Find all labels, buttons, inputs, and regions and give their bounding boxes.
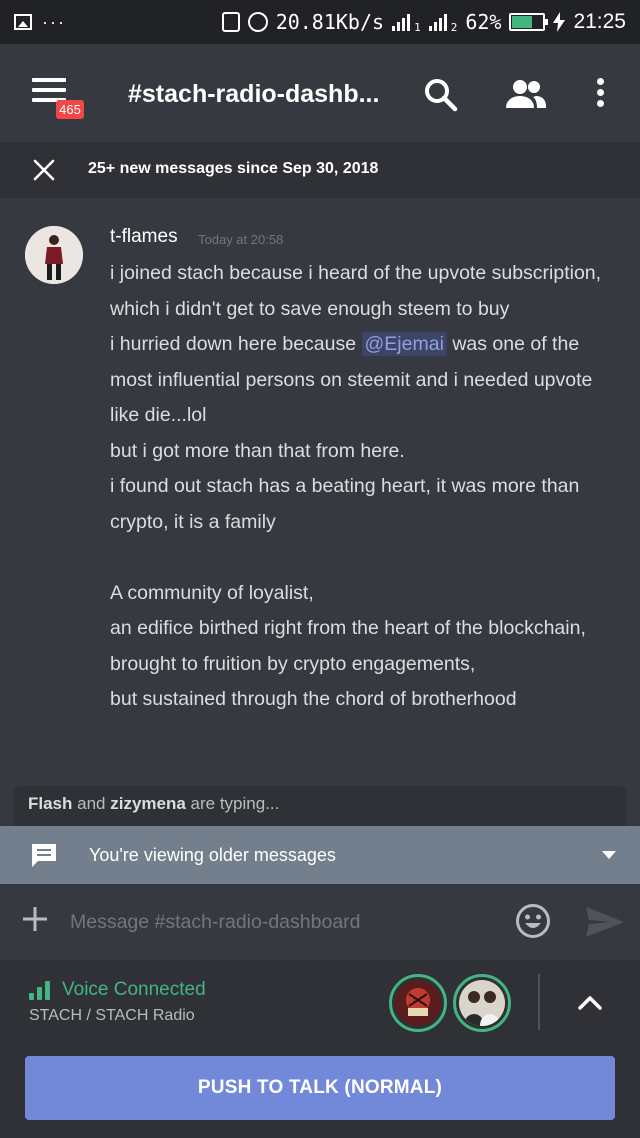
message-content: i joined stach because i heard of the up…: [110, 256, 620, 718]
message-input[interactable]: [70, 906, 490, 938]
typing-indicator: Flash and zizymena are typing...: [14, 786, 626, 826]
more-notifications-icon: ···: [42, 11, 66, 32]
plus-icon[interactable]: [22, 906, 48, 932]
charging-icon: [553, 12, 566, 32]
members-icon[interactable]: [505, 78, 547, 110]
voice-panel: Voice Connected STACH / STACH Radio PUSH…: [0, 960, 640, 1138]
alarm-icon: [247, 12, 268, 32]
older-messages-bar[interactable]: You're viewing older messages: [0, 826, 640, 884]
voice-user-avatar[interactable]: [389, 974, 447, 1032]
message-list[interactable]: t-flames Today at 20:58 i joined stach b…: [0, 198, 640, 826]
message-line: but sustained through the chord of broth…: [110, 688, 517, 710]
channel-title: #stach-radio-dashb...: [128, 80, 380, 108]
voice-signal-icon: [29, 980, 50, 1000]
message-timestamp: Today at 20:58: [198, 232, 284, 247]
search-icon[interactable]: [424, 78, 458, 112]
chevron-up-icon[interactable]: [578, 994, 602, 1010]
typing-user: zizymena: [110, 794, 186, 813]
avatar-image: [395, 980, 441, 1026]
voice-server: STACH / STACH Radio: [29, 1007, 195, 1024]
user-mention[interactable]: @Ejemai: [361, 332, 447, 356]
message-text: i hurried down here because: [110, 333, 362, 355]
network-speed: 20.81Kb/s: [275, 10, 385, 34]
push-to-talk-button[interactable]: PUSH TO TALK (NORMAL): [25, 1056, 615, 1120]
channel-header: #stach-radio-dashb...: [0, 44, 640, 142]
new-messages-text: 25+ new messages since Sep 30, 2018: [88, 160, 379, 177]
gallery-notification-icon: [14, 14, 32, 30]
message-line: i joined stach because i heard of the up…: [110, 262, 602, 320]
divider: [538, 974, 540, 1030]
avatar-image: [25, 226, 83, 284]
battery-percent: 62%: [465, 10, 502, 34]
avatar-image: [459, 980, 505, 1026]
typing-suffix: are typing...: [185, 794, 280, 813]
typing-conjunction: and: [72, 794, 111, 813]
message-author[interactable]: t-flames: [110, 226, 178, 248]
unread-badge: 465: [56, 100, 84, 119]
status-bar: ··· 20.81Kb/s 1 2 62% 21:25: [0, 0, 640, 44]
typing-user: Flash: [28, 794, 73, 813]
clock-time: 21:25: [573, 10, 626, 33]
send-icon[interactable]: [585, 906, 625, 938]
new-messages-bar[interactable]: 25+ new messages since Sep 30, 2018: [0, 142, 640, 198]
caret-down-icon[interactable]: [602, 851, 616, 859]
voice-status[interactable]: Voice Connected: [62, 979, 206, 1001]
message-line: brought to fruition by crypto engagement…: [110, 652, 476, 675]
message-line: an edifice birthed right from the heart …: [110, 617, 586, 639]
close-icon[interactable]: [32, 158, 56, 182]
message-line: but i got more than that from here.: [110, 439, 405, 462]
more-vertical-icon[interactable]: [590, 78, 610, 114]
voice-user-avatar[interactable]: [453, 974, 511, 1032]
battery-icon: [509, 13, 549, 31]
sim-lock-icon: [221, 12, 240, 32]
sim2-label: 2: [450, 21, 458, 34]
avatar[interactable]: [25, 226, 83, 284]
signal-sim1-icon: [392, 13, 411, 31]
message-line: i found out stach has a beating heart, i…: [110, 475, 580, 533]
signal-sim2-icon: [428, 13, 447, 31]
message-line: i hurried down here because @Ejemai was …: [110, 327, 620, 434]
sim1-label: 1: [414, 21, 421, 34]
message-line: A community of loyalist,: [110, 581, 314, 604]
message-composer: [0, 884, 640, 960]
older-messages-text: You're viewing older messages: [89, 845, 336, 865]
emoji-icon[interactable]: [515, 903, 551, 939]
chat-bubble-icon: [32, 844, 56, 867]
